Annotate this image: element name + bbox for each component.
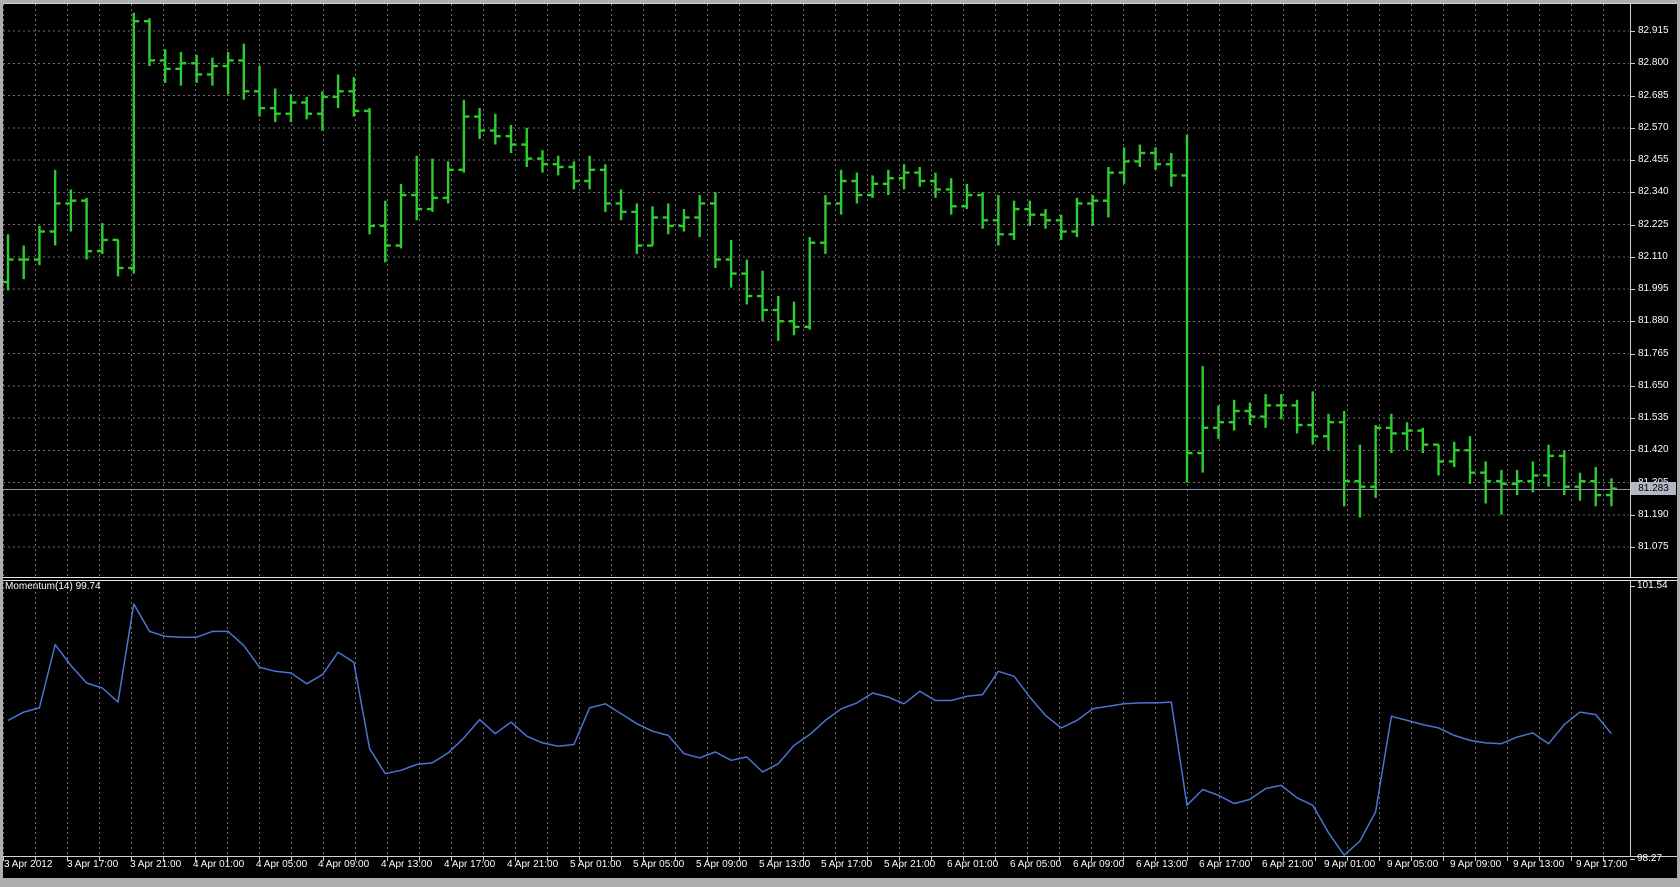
pane-separator[interactable] (0, 577, 1680, 581)
price-tick (1630, 31, 1635, 32)
price-scale-label: 81.765 (1638, 348, 1669, 359)
price-scale-border (1630, 3, 1631, 856)
price-tick (1630, 386, 1635, 387)
price-scale-label: 81.420 (1638, 444, 1669, 455)
time-axis-label: 6 Apr 21:00 (1262, 859, 1314, 870)
time-axis-label: 6 Apr 05:00 (1010, 859, 1062, 870)
indicator-label: Momentum(14) 99.74 (5, 581, 101, 592)
time-tick (1507, 857, 1508, 861)
indicator-scale-min: 98.27 (1637, 853, 1663, 864)
price-scale-label: 82.110 (1638, 251, 1668, 262)
time-axis-label: 5 Apr 05:00 (633, 859, 685, 870)
time-axis-label: 9 Apr 05:00 (1387, 859, 1439, 870)
price-tick (1630, 354, 1635, 355)
price-scale-label: 82.340 (1638, 186, 1669, 197)
indicator-scale-max-tick (1630, 586, 1635, 587)
window-frame-bottom (0, 878, 1680, 887)
indicator-scale-max: 101.54 (1637, 580, 1668, 591)
price-tick (1630, 321, 1635, 322)
chart-canvas[interactable] (0, 0, 1680, 887)
time-axis-label: 5 Apr 09:00 (696, 859, 748, 870)
time-axis-label: 4 Apr 05:00 (256, 859, 308, 870)
indicator-scale-min-tick (1630, 859, 1635, 860)
price-scale-label: 81.650 (1638, 380, 1669, 391)
time-axis-label: 6 Apr 17:00 (1199, 859, 1251, 870)
price-scale-label: 81.535 (1638, 412, 1669, 423)
grid-lines (2, 4, 1629, 855)
window-frame-left (0, 0, 3, 887)
price-tick (1630, 128, 1635, 129)
momentum-line (7, 603, 1612, 856)
time-tick (1571, 857, 1572, 861)
price-tick (1630, 547, 1635, 548)
time-axis-label: 5 Apr 17:00 (821, 859, 873, 870)
price-tick (1630, 257, 1635, 258)
time-axis-label: 5 Apr 01:00 (570, 859, 622, 870)
price-tick (1630, 96, 1635, 97)
time-axis-label: 4 Apr 13:00 (381, 859, 433, 870)
price-tick (1630, 515, 1635, 516)
time-axis-label: 9 Apr 09:00 (1450, 859, 1502, 870)
time-axis-label: 3 Apr 21:00 (130, 859, 182, 870)
price-tick (1630, 418, 1635, 419)
price-scale-label: 81.880 (1638, 315, 1669, 326)
time-axis-label: 3 Apr 17:00 (67, 859, 119, 870)
price-scale-label: 81.190 (1638, 509, 1669, 520)
time-tick (1251, 857, 1252, 861)
pane-top-border (0, 3, 1680, 4)
time-axis-label: 6 Apr 09:00 (1073, 859, 1125, 870)
time-axis-label: 6 Apr 13:00 (1136, 859, 1188, 870)
chart-window: 81.283 Momentum(14) 99.74 101.54 98.27 8… (0, 0, 1680, 887)
price-scale-label: 82.685 (1638, 90, 1669, 101)
time-tick (1379, 857, 1380, 861)
time-axis-label: 9 Apr 01:00 (1324, 859, 1376, 870)
price-scale-label: 82.455 (1638, 154, 1669, 165)
price-tick (1630, 289, 1635, 290)
price-scale-label: 81.075 (1638, 541, 1669, 552)
price-tick (1630, 63, 1635, 64)
time-axis-label: 4 Apr 01:00 (193, 859, 245, 870)
price-scale-label: 82.225 (1638, 219, 1669, 230)
price-tick (1630, 160, 1635, 161)
ohlc-bars-layer (2, 12, 1617, 518)
price-scale-label: 82.915 (1638, 25, 1669, 36)
price-tick (1630, 225, 1635, 226)
time-axis-label: 9 Apr 13:00 (1513, 859, 1565, 870)
time-tick (1315, 857, 1316, 861)
price-tick (1630, 192, 1635, 193)
current-price-box: 81.283 (1631, 482, 1676, 495)
price-tick (1630, 450, 1635, 451)
time-axis-label: 4 Apr 17:00 (444, 859, 496, 870)
time-axis-label: 9 Apr 17:00 (1576, 859, 1628, 870)
time-axis-label: 5 Apr 13:00 (759, 859, 811, 870)
window-frame-top (0, 0, 1680, 3)
time-axis-label: 5 Apr 21:00 (884, 859, 936, 870)
time-axis-label: 4 Apr 09:00 (318, 859, 370, 870)
time-axis-border (0, 856, 1680, 857)
time-tick (1443, 857, 1444, 861)
time-axis-label: 6 Apr 01:00 (947, 859, 999, 870)
price-scale-label: 82.800 (1638, 57, 1669, 68)
price-scale-label: 82.570 (1638, 122, 1669, 133)
time-axis-label: 3 Apr 2012 (4, 859, 53, 870)
current-price-line (3, 489, 1630, 490)
time-axis-label: 4 Apr 21:00 (507, 859, 559, 870)
price-scale-label: 81.995 (1638, 283, 1669, 294)
